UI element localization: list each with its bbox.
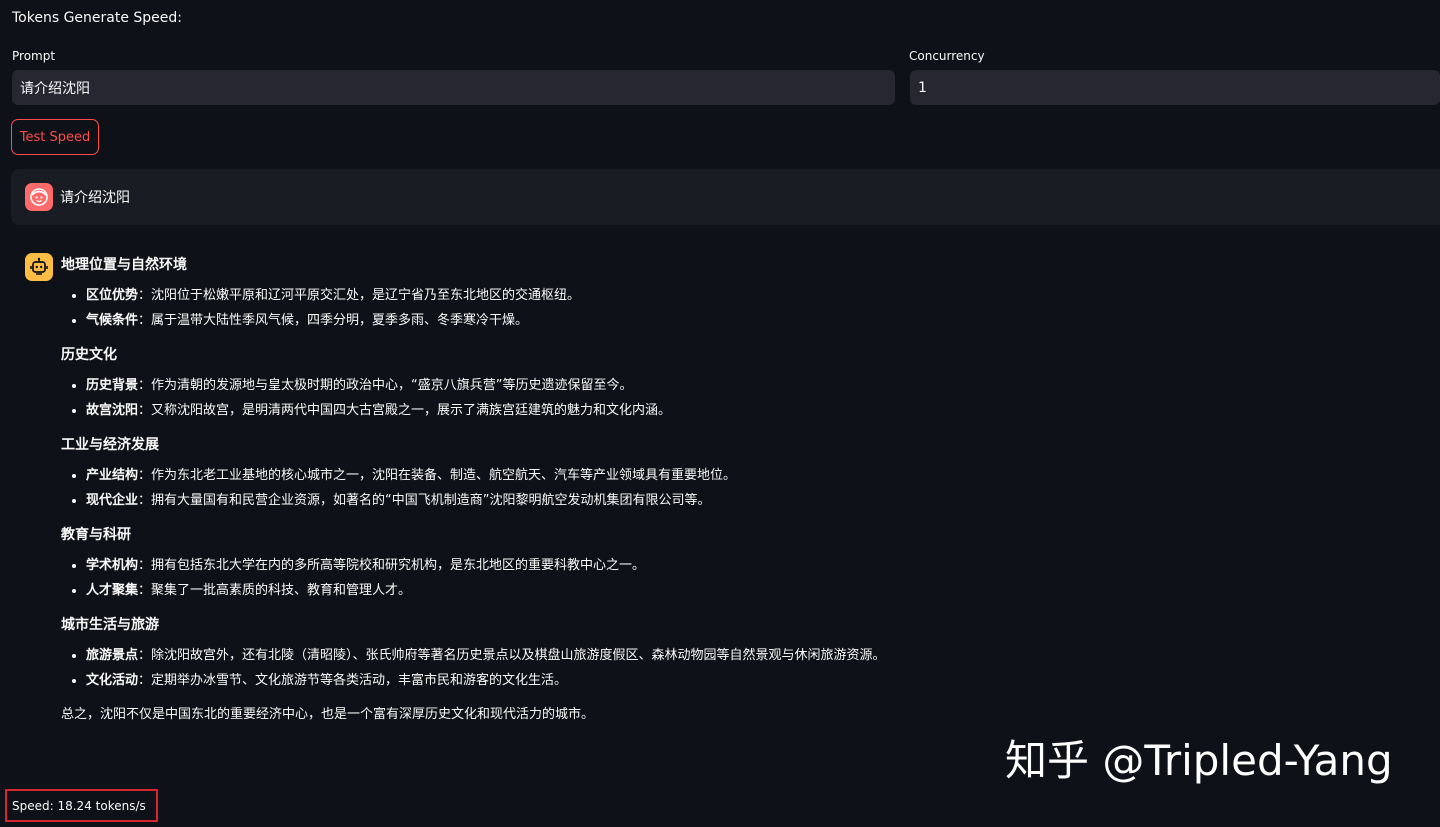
test-speed-button[interactable]: Test Speed	[11, 119, 99, 155]
list-item-text: ：作为东北老工业基地的核心城市之一，沈阳在装备、制造、航空航天、汽车等产业领域具…	[138, 468, 737, 483]
assistant-conclusion: 总之，沈阳不仅是中国东北的重要经济中心，也是一个富有深厚历史文化和现代活力的城市…	[61, 707, 595, 722]
list-item-term: 人才聚集	[86, 583, 139, 598]
section-heading: 历史文化	[61, 347, 117, 363]
speed-result: Speed: 18.24 tokens/s	[5, 789, 158, 822]
assistant-sections: 地理位置与自然环境区位优势：沈阳位于松嫩平原和辽河平原交汇处，是辽宁省乃至东北地…	[61, 255, 1061, 693]
list-item-term: 历史背景	[86, 378, 139, 393]
list-item-term: 文化活动	[86, 673, 139, 688]
robot-icon	[25, 253, 53, 281]
list-item-text: ：聚集了一批高素质的科技、教育和管理人才。	[138, 583, 412, 598]
list-item-term: 区位优势	[86, 288, 139, 303]
list-item-text: ：又称沈阳故宫，是明清两代中国四大古宫殿之一，展示了满族宫廷建筑的魅力和文化内涵…	[138, 403, 672, 418]
list-item-term: 旅游景点	[86, 648, 139, 663]
watermark: 知乎 @Tripled-Yang	[1005, 736, 1393, 785]
list-item-term: 故宫沈阳	[86, 403, 139, 418]
list-item-term: 现代企业	[86, 493, 139, 508]
list-item-term: 学术机构	[86, 558, 139, 573]
list-item: 现代企业：拥有大量国有和民营企业资源，如著名的“中国飞机制造商”沈阳黎明航空发动…	[86, 488, 1061, 513]
list-item: 故宫沈阳：又称沈阳故宫，是明清两代中国四大古宫殿之一，展示了满族宫廷建筑的魅力和…	[86, 398, 1061, 423]
user-message-text: 请介绍沈阳	[60, 190, 130, 206]
prompt-input[interactable]: 请介绍沈阳	[12, 70, 895, 105]
user-chat-message: 请介绍沈阳	[11, 169, 1440, 225]
list-item: 产业结构：作为东北老工业基地的核心城市之一，沈阳在装备、制造、航空航天、汽车等产…	[86, 463, 1061, 488]
section-list: 历史背景：作为清朝的发源地与皇太极时期的政治中心，“盛京八旗兵营”等历史遗迹保留…	[61, 373, 1061, 423]
list-item-term: 产业结构	[86, 468, 139, 483]
page-title: Tokens Generate Speed:	[12, 10, 183, 26]
list-item: 历史背景：作为清朝的发源地与皇太极时期的政治中心，“盛京八旗兵营”等历史遗迹保留…	[86, 373, 1061, 398]
section-list: 产业结构：作为东北老工业基地的核心城市之一，沈阳在装备、制造、航空航天、汽车等产…	[61, 463, 1061, 513]
prompt-label: Prompt	[12, 49, 56, 63]
user-face-icon	[25, 183, 53, 211]
list-item-text: ：拥有大量国有和民营企业资源，如著名的“中国飞机制造商”沈阳黎明航空发动机集团有…	[138, 493, 711, 508]
list-item-text: ：作为清朝的发源地与皇太极时期的政治中心，“盛京八旗兵营”等历史遗迹保留至今。	[138, 378, 633, 393]
list-item-text: ：属于温带大陆性季风气候，四季分明，夏季多雨、冬季寒冷干燥。	[138, 313, 529, 328]
assistant-chat-message: 地理位置与自然环境区位优势：沈阳位于松嫩平原和辽河平原交汇处，是辽宁省乃至东北地…	[61, 255, 1061, 725]
section-list: 旅游景点：除沈阳故宫外，还有北陵（清昭陵）、张氏帅府等著名历史景点以及棋盘山旅游…	[61, 643, 1061, 693]
list-item-term: 气候条件	[86, 313, 139, 328]
list-item: 气候条件：属于温带大陆性季风气候，四季分明，夏季多雨、冬季寒冷干燥。	[86, 308, 1061, 333]
list-item-text: ：定期举办冰雪节、文化旅游节等各类活动，丰富市民和游客的文化生活。	[138, 673, 568, 688]
list-item: 人才聚集：聚集了一批高素质的科技、教育和管理人才。	[86, 578, 1061, 603]
section-list: 区位优势：沈阳位于松嫩平原和辽河平原交汇处，是辽宁省乃至东北地区的交通枢纽。气候…	[61, 283, 1061, 333]
app-page: Tokens Generate Speed: Prompt 请介绍沈阳 Conc…	[0, 0, 1440, 827]
list-item: 区位优势：沈阳位于松嫩平原和辽河平原交汇处，是辽宁省乃至东北地区的交通枢纽。	[86, 283, 1061, 308]
concurrency-label: Concurrency	[909, 49, 985, 63]
section-heading: 教育与科研	[61, 527, 131, 543]
list-item: 学术机构：拥有包括东北大学在内的多所高等院校和研究机构，是东北地区的重要科教中心…	[86, 553, 1061, 578]
concurrency-input[interactable]: 1	[910, 70, 1440, 105]
list-item-text: ：沈阳位于松嫩平原和辽河平原交汇处，是辽宁省乃至东北地区的交通枢纽。	[138, 288, 581, 303]
section-heading: 地理位置与自然环境	[61, 257, 187, 273]
section-heading: 工业与经济发展	[61, 437, 159, 453]
section-heading: 城市生活与旅游	[61, 617, 159, 633]
list-item: 旅游景点：除沈阳故宫外，还有北陵（清昭陵）、张氏帅府等著名历史景点以及棋盘山旅游…	[86, 643, 1061, 668]
list-item: 文化活动：定期举办冰雪节、文化旅游节等各类活动，丰富市民和游客的文化生活。	[86, 668, 1061, 693]
list-item-text: ：除沈阳故宫外，还有北陵（清昭陵）、张氏帅府等著名历史景点以及棋盘山旅游度假区、…	[138, 648, 886, 663]
section-list: 学术机构：拥有包括东北大学在内的多所高等院校和研究机构，是东北地区的重要科教中心…	[61, 553, 1061, 603]
list-item-text: ：拥有包括东北大学在内的多所高等院校和研究机构，是东北地区的重要科教中心之一。	[138, 558, 646, 573]
